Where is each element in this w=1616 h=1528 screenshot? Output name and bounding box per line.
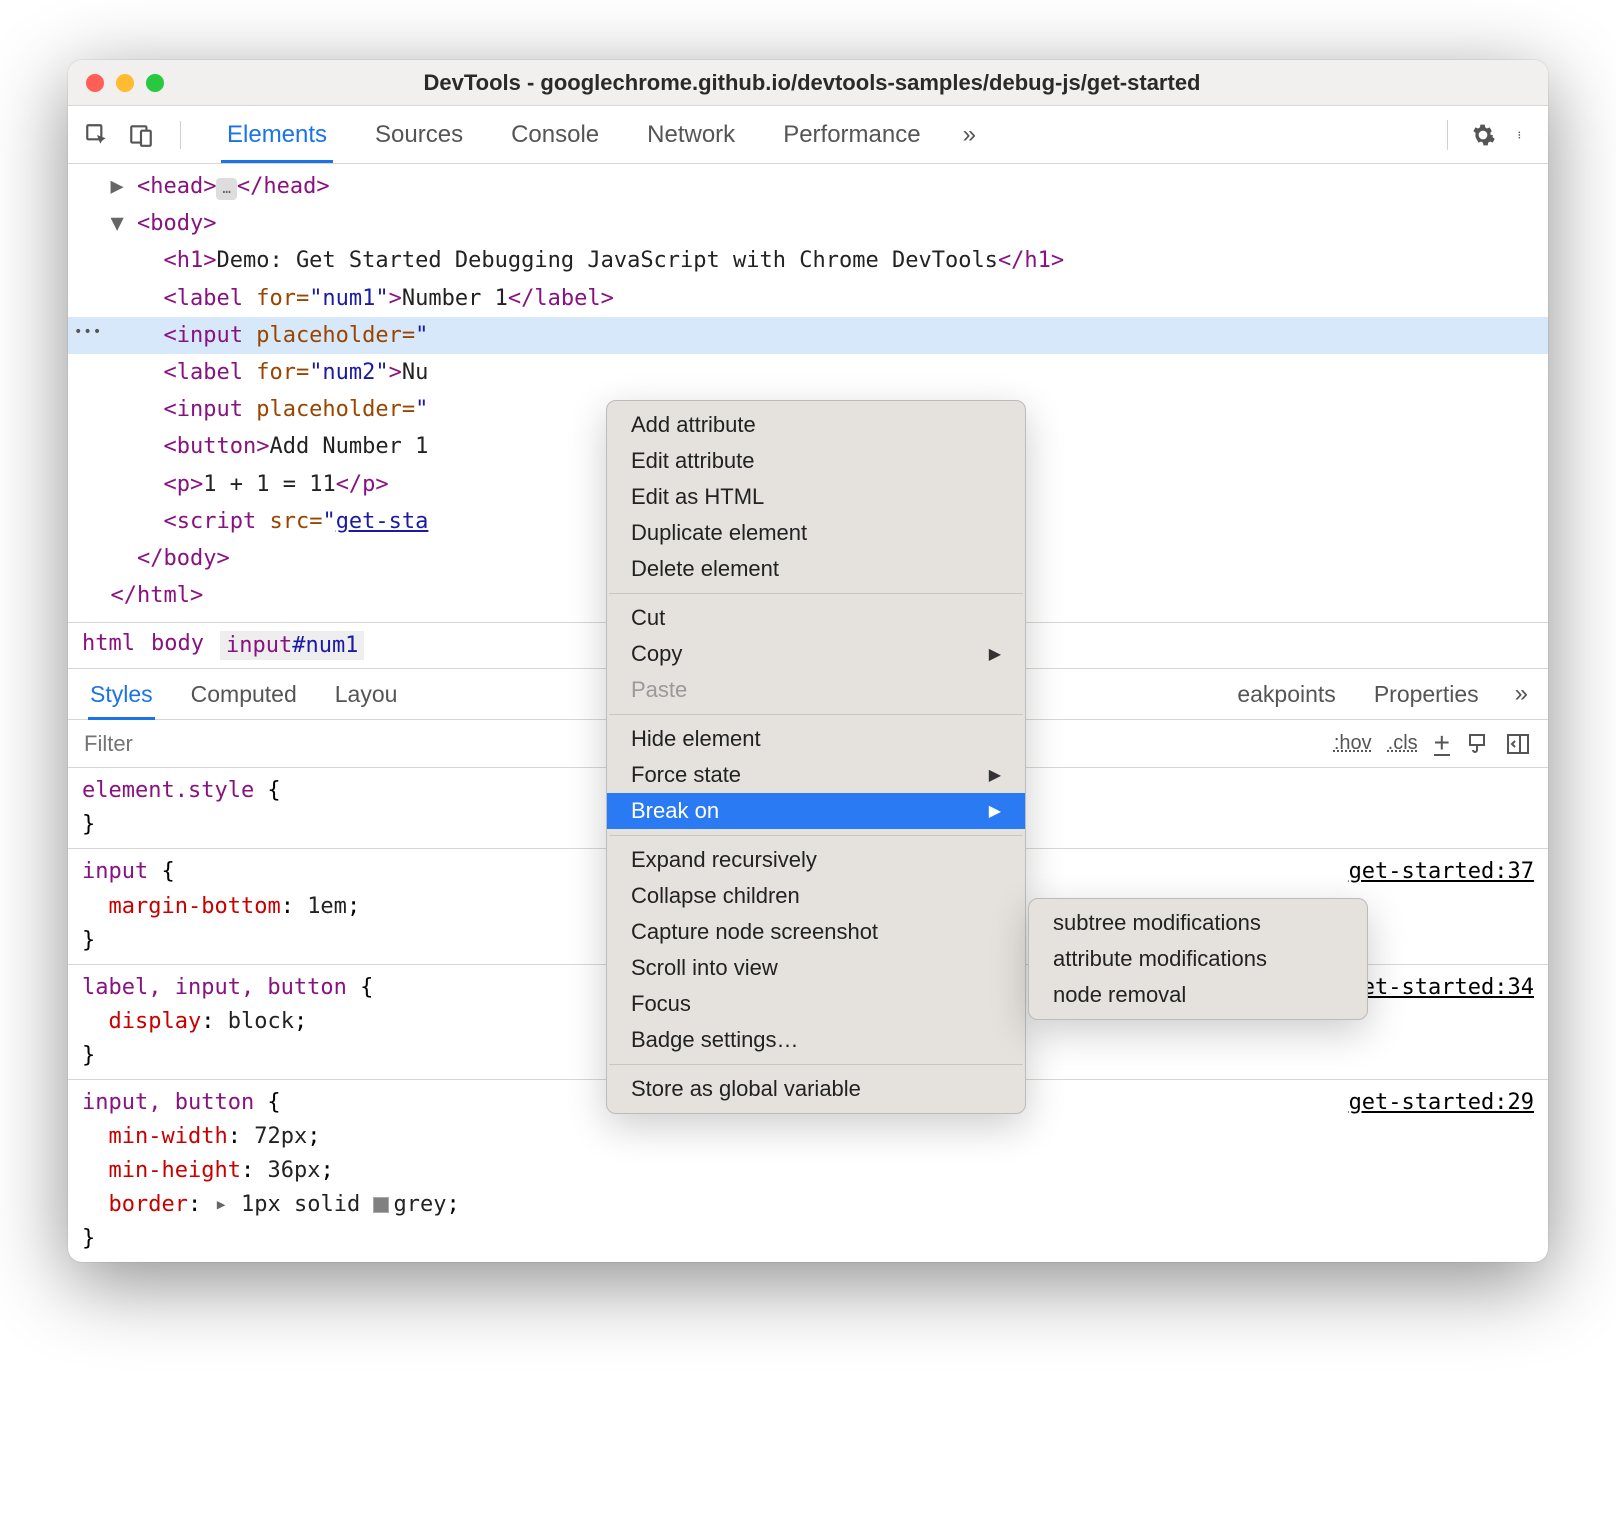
tab-styles[interactable]: Styles [88,669,155,720]
menu-capture-screenshot[interactable]: Capture node screenshot [607,914,1025,950]
toolbar-separator-right [1447,120,1448,150]
tab-computed[interactable]: Computed [189,669,299,720]
menu-edit-attribute[interactable]: Edit attribute [607,443,1025,479]
main-toolbar: Elements Sources Console Network Perform… [68,106,1548,164]
rule-source-link[interactable]: get-started:37 [1349,855,1534,889]
menu-collapse-children[interactable]: Collapse children [607,878,1025,914]
collapse-arrow-icon[interactable]: ▶ [111,174,124,199]
more-styles-tabs-chevron[interactable]: » [1515,680,1528,708]
panel-tabs: Elements Sources Console Network Perform… [205,107,1425,163]
new-style-rule-icon[interactable]: + [1434,732,1450,756]
script-src-link[interactable]: get-sta [336,509,429,534]
tab-performance[interactable]: Performance [777,107,926,163]
menu-separator [609,714,1023,715]
menu-delete-element[interactable]: Delete element [607,551,1025,587]
menu-separator [609,1064,1023,1065]
tree-head-line[interactable]: ▶ <head>…</head> [68,168,1548,205]
breadcrumb-body[interactable]: body [151,631,204,660]
tree-body-open-line[interactable]: ▼ <body> [68,205,1548,242]
titlebar: DevTools - googlechrome.github.io/devtoo… [68,60,1548,106]
menu-scroll-into-view[interactable]: Scroll into view [607,950,1025,986]
tree-label1-line[interactable]: <label for="num1">Number 1</label> [68,280,1548,317]
inspect-element-icon[interactable] [84,122,110,148]
menu-add-attribute[interactable]: Add attribute [607,407,1025,443]
menu-separator [609,835,1023,836]
tab-breakpoints-clipped[interactable]: eakpoints [1235,669,1337,720]
menu-expand-recursively[interactable]: Expand recursively [607,842,1025,878]
tab-network[interactable]: Network [641,107,741,163]
tab-elements[interactable]: Elements [221,107,333,163]
rule-source-link[interactable]: get-started:29 [1349,1086,1534,1120]
menu-force-state[interactable]: Force state▶ [607,757,1025,793]
menu-break-on[interactable]: Break on▶ [607,793,1025,829]
styles-filter-actions: :hov .cls + [1334,732,1548,756]
kebab-menu-icon[interactable] [1518,122,1526,148]
menu-separator [609,593,1023,594]
color-swatch-icon[interactable] [373,1197,389,1213]
window-title: DevTools - googlechrome.github.io/devtoo… [94,70,1530,96]
menu-edit-as-html[interactable]: Edit as HTML [607,479,1025,515]
menu-cut[interactable]: Cut [607,600,1025,636]
tree-input1-line-selected[interactable]: <input placeholder=" [68,317,1548,354]
breadcrumb-input[interactable]: input#num1 [220,631,364,660]
submenu-subtree-modifications[interactable]: subtree modifications [1029,905,1367,941]
submenu-arrow-icon: ▶ [989,801,1001,821]
computed-sidebar-toggle-icon[interactable] [1506,732,1530,756]
menu-focus[interactable]: Focus [607,986,1025,1022]
submenu-arrow-icon: ▶ [989,765,1001,785]
menu-copy[interactable]: Copy▶ [607,636,1025,672]
breadcrumb-html[interactable]: html [82,631,135,660]
settings-gear-icon[interactable] [1470,122,1496,148]
shorthand-expand-icon[interactable]: ▸ [201,1192,241,1217]
menu-duplicate-element[interactable]: Duplicate element [607,515,1025,551]
break-on-submenu: subtree modifications attribute modifica… [1028,898,1368,1020]
tree-label2-line[interactable]: <label for="num2">Nu [68,354,1548,391]
hov-toggle[interactable]: :hov [1334,732,1372,755]
menu-store-global[interactable]: Store as global variable [607,1071,1025,1107]
cls-toggle[interactable]: .cls [1388,732,1418,755]
context-menu: Add attribute Edit attribute Edit as HTM… [606,400,1026,1114]
paint-brush-icon[interactable] [1466,732,1490,756]
menu-badge-settings[interactable]: Badge settings… [607,1022,1025,1058]
rule-source-link[interactable]: get-started:34 [1349,971,1534,1005]
menu-paste: Paste [607,672,1025,708]
submenu-attribute-modifications[interactable]: attribute modifications [1029,941,1367,977]
tab-layout-clipped[interactable]: Layou [333,669,400,720]
expand-arrow-icon[interactable]: ▼ [111,211,124,236]
submenu-node-removal[interactable]: node removal [1029,977,1367,1013]
more-tabs-chevron[interactable]: » [963,121,976,149]
tree-h1-line[interactable]: <h1>Demo: Get Started Debugging JavaScri… [68,242,1548,279]
device-toggle-icon[interactable] [128,122,154,148]
tab-console[interactable]: Console [505,107,605,163]
devtools-window: DevTools - googlechrome.github.io/devtoo… [68,60,1548,1262]
menu-hide-element[interactable]: Hide element [607,721,1025,757]
submenu-arrow-icon: ▶ [989,644,1001,664]
tab-properties[interactable]: Properties [1372,669,1481,720]
toolbar-separator [180,121,181,149]
tab-sources[interactable]: Sources [369,107,469,163]
